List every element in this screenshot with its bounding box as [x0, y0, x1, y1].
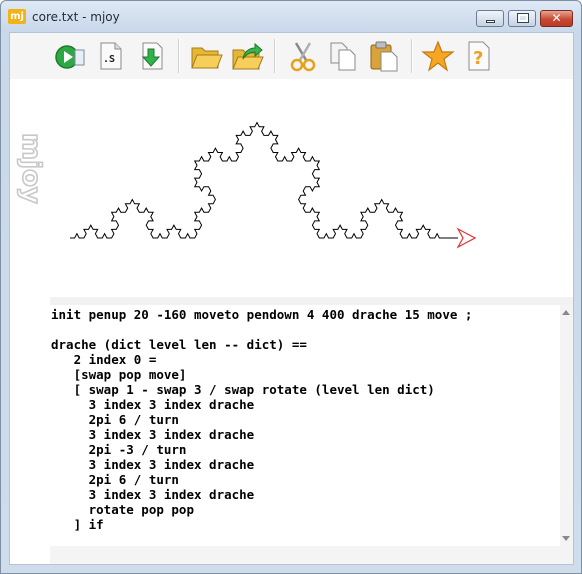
code-line[interactable]: drache (dict level len -- dict) == [51, 337, 307, 352]
help-icon: ? [468, 41, 490, 71]
scroll-down-icon[interactable] [562, 536, 570, 541]
code-line[interactable]: 3 index 3 index drache [51, 487, 255, 502]
download-icon [141, 42, 163, 70]
toolbar-separator [411, 39, 413, 73]
script-icon: .S [100, 42, 122, 70]
close-button[interactable]: ✕ [540, 10, 573, 27]
code-line[interactable]: 2pi 6 / turn [51, 472, 179, 487]
toolbar: .S ? [10, 33, 573, 79]
code-line[interactable]: 2pi -3 / turn [51, 442, 187, 457]
koch-curve-path [70, 121, 458, 239]
mjoy-logo: mjoy [15, 132, 46, 204]
koch-curve-drawing [70, 121, 477, 249]
code-line[interactable]: 3 index 3 index drache [51, 397, 255, 412]
title-bar[interactable]: mj core.txt - mjoy ✕ [1, 1, 581, 31]
paste-button[interactable] [367, 39, 401, 73]
svg-text:.S: .S [103, 54, 115, 65]
toolbar-separator [274, 39, 276, 73]
code-line[interactable]: 3 index 3 index drache [51, 427, 255, 442]
code-line[interactable]: 3 index 3 index drache [51, 457, 255, 472]
pane-splitter[interactable] [50, 297, 573, 305]
script-button[interactable]: .S [94, 39, 128, 73]
code-line[interactable]: init penup 20 -160 moveto pendown 4 400 … [51, 307, 472, 322]
code-line[interactable]: [swap pop move] [51, 367, 187, 382]
open-folder-icon [191, 47, 223, 69]
copy-button[interactable] [326, 39, 360, 73]
minimize-button[interactable] [476, 10, 504, 27]
client-area: .S ? mjoy init penup 20 -160 moveto pend… [9, 32, 574, 565]
download-button[interactable] [134, 39, 168, 73]
toolbar-separator [178, 39, 180, 73]
cut-icon [290, 42, 316, 72]
code-line[interactable]: 2 index 0 = [51, 352, 157, 367]
run-icon [55, 45, 85, 69]
svg-text:?: ? [473, 48, 483, 69]
app-icon[interactable]: mj [8, 9, 26, 24]
open-button[interactable] [189, 39, 223, 73]
code-editor[interactable]: init penup 20 -160 moveto pendown 4 400 … [50, 305, 560, 546]
code-line[interactable]: [ swap 1 - swap 3 / swap rotate (level l… [51, 382, 435, 397]
sidebar: mjoy [10, 79, 50, 564]
app-window: mj core.txt - mjoy ✕ .S ? mjoy init penu… [0, 0, 582, 574]
export-folder-icon [232, 42, 264, 70]
code-line[interactable]: ] if [51, 517, 104, 532]
paste-icon [370, 41, 398, 72]
turtle-arrow-icon [456, 227, 477, 249]
export-button[interactable] [230, 39, 264, 73]
cut-button[interactable] [286, 39, 320, 73]
maximize-button[interactable] [508, 10, 536, 27]
svg-text:mjoy: mjoy [16, 133, 46, 204]
help-button[interactable]: ? [462, 39, 496, 73]
horizontal-scrollbar[interactable] [50, 546, 573, 564]
copy-icon [330, 42, 356, 71]
code-line[interactable]: rotate pop pop [51, 502, 194, 517]
favorite-button[interactable] [421, 39, 455, 73]
vertical-scrollbar[interactable] [560, 305, 573, 546]
run-button[interactable] [53, 39, 87, 73]
scroll-up-icon[interactable] [562, 310, 570, 315]
favorite-star-icon [421, 40, 455, 72]
turtle-canvas[interactable] [50, 79, 573, 297]
window-title: core.txt - mjoy [32, 10, 120, 24]
close-icon: ✕ [551, 11, 562, 25]
code-line[interactable]: 2pi 6 / turn [51, 412, 179, 427]
